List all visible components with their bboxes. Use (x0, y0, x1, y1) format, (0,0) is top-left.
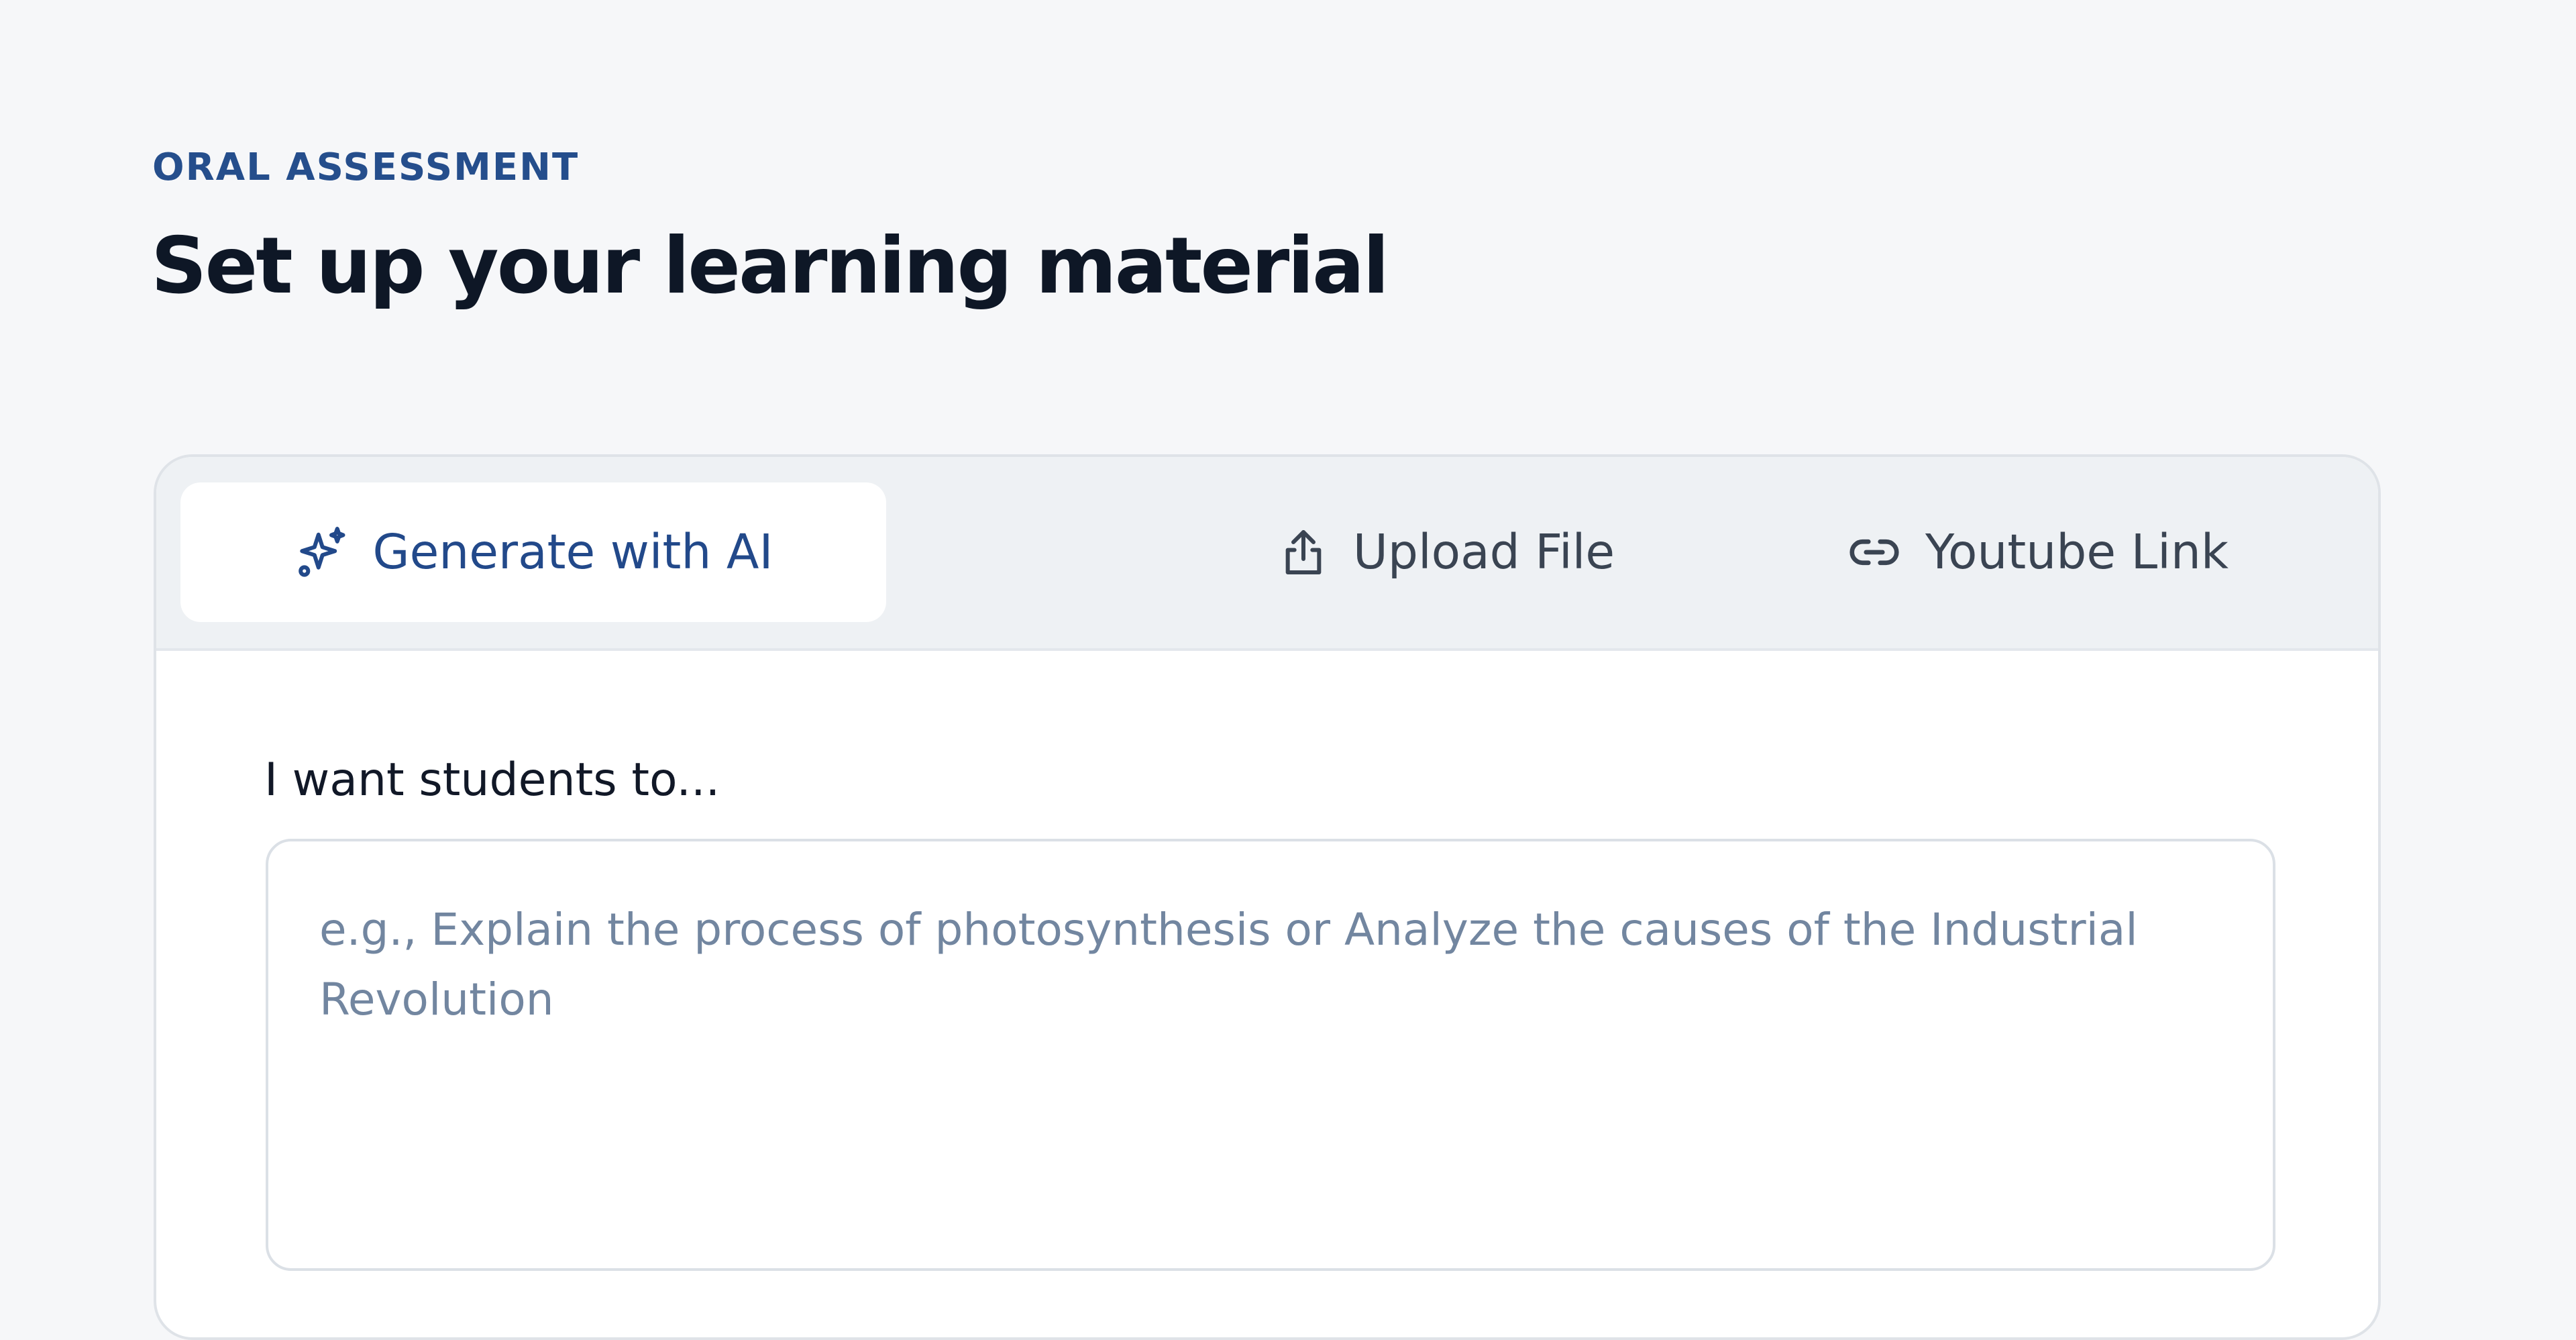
page-title: Set up your learning material (151, 221, 1389, 311)
section-eyebrow: ORAL ASSESSMENT (152, 146, 580, 189)
tab-youtube-link[interactable]: Youtube Link (1722, 482, 2353, 622)
upload-icon (1277, 525, 1330, 579)
material-card: Generate with AI Upload File Youtube Lin… (154, 454, 2381, 1340)
source-tab-bar: Generate with AI Upload File Youtube Lin… (156, 457, 2378, 651)
sparkles-icon (294, 524, 350, 580)
link-icon (1846, 524, 1902, 580)
tab-label: Youtube Link (1925, 524, 2229, 580)
learning-goal-label: I want students to... (264, 754, 720, 807)
tab-generate-with-ai[interactable]: Generate with AI (180, 482, 886, 622)
learning-goal-input[interactable] (266, 839, 2275, 1271)
tab-label: Upload File (1352, 524, 1615, 580)
tab-label: Generate with AI (372, 524, 773, 580)
